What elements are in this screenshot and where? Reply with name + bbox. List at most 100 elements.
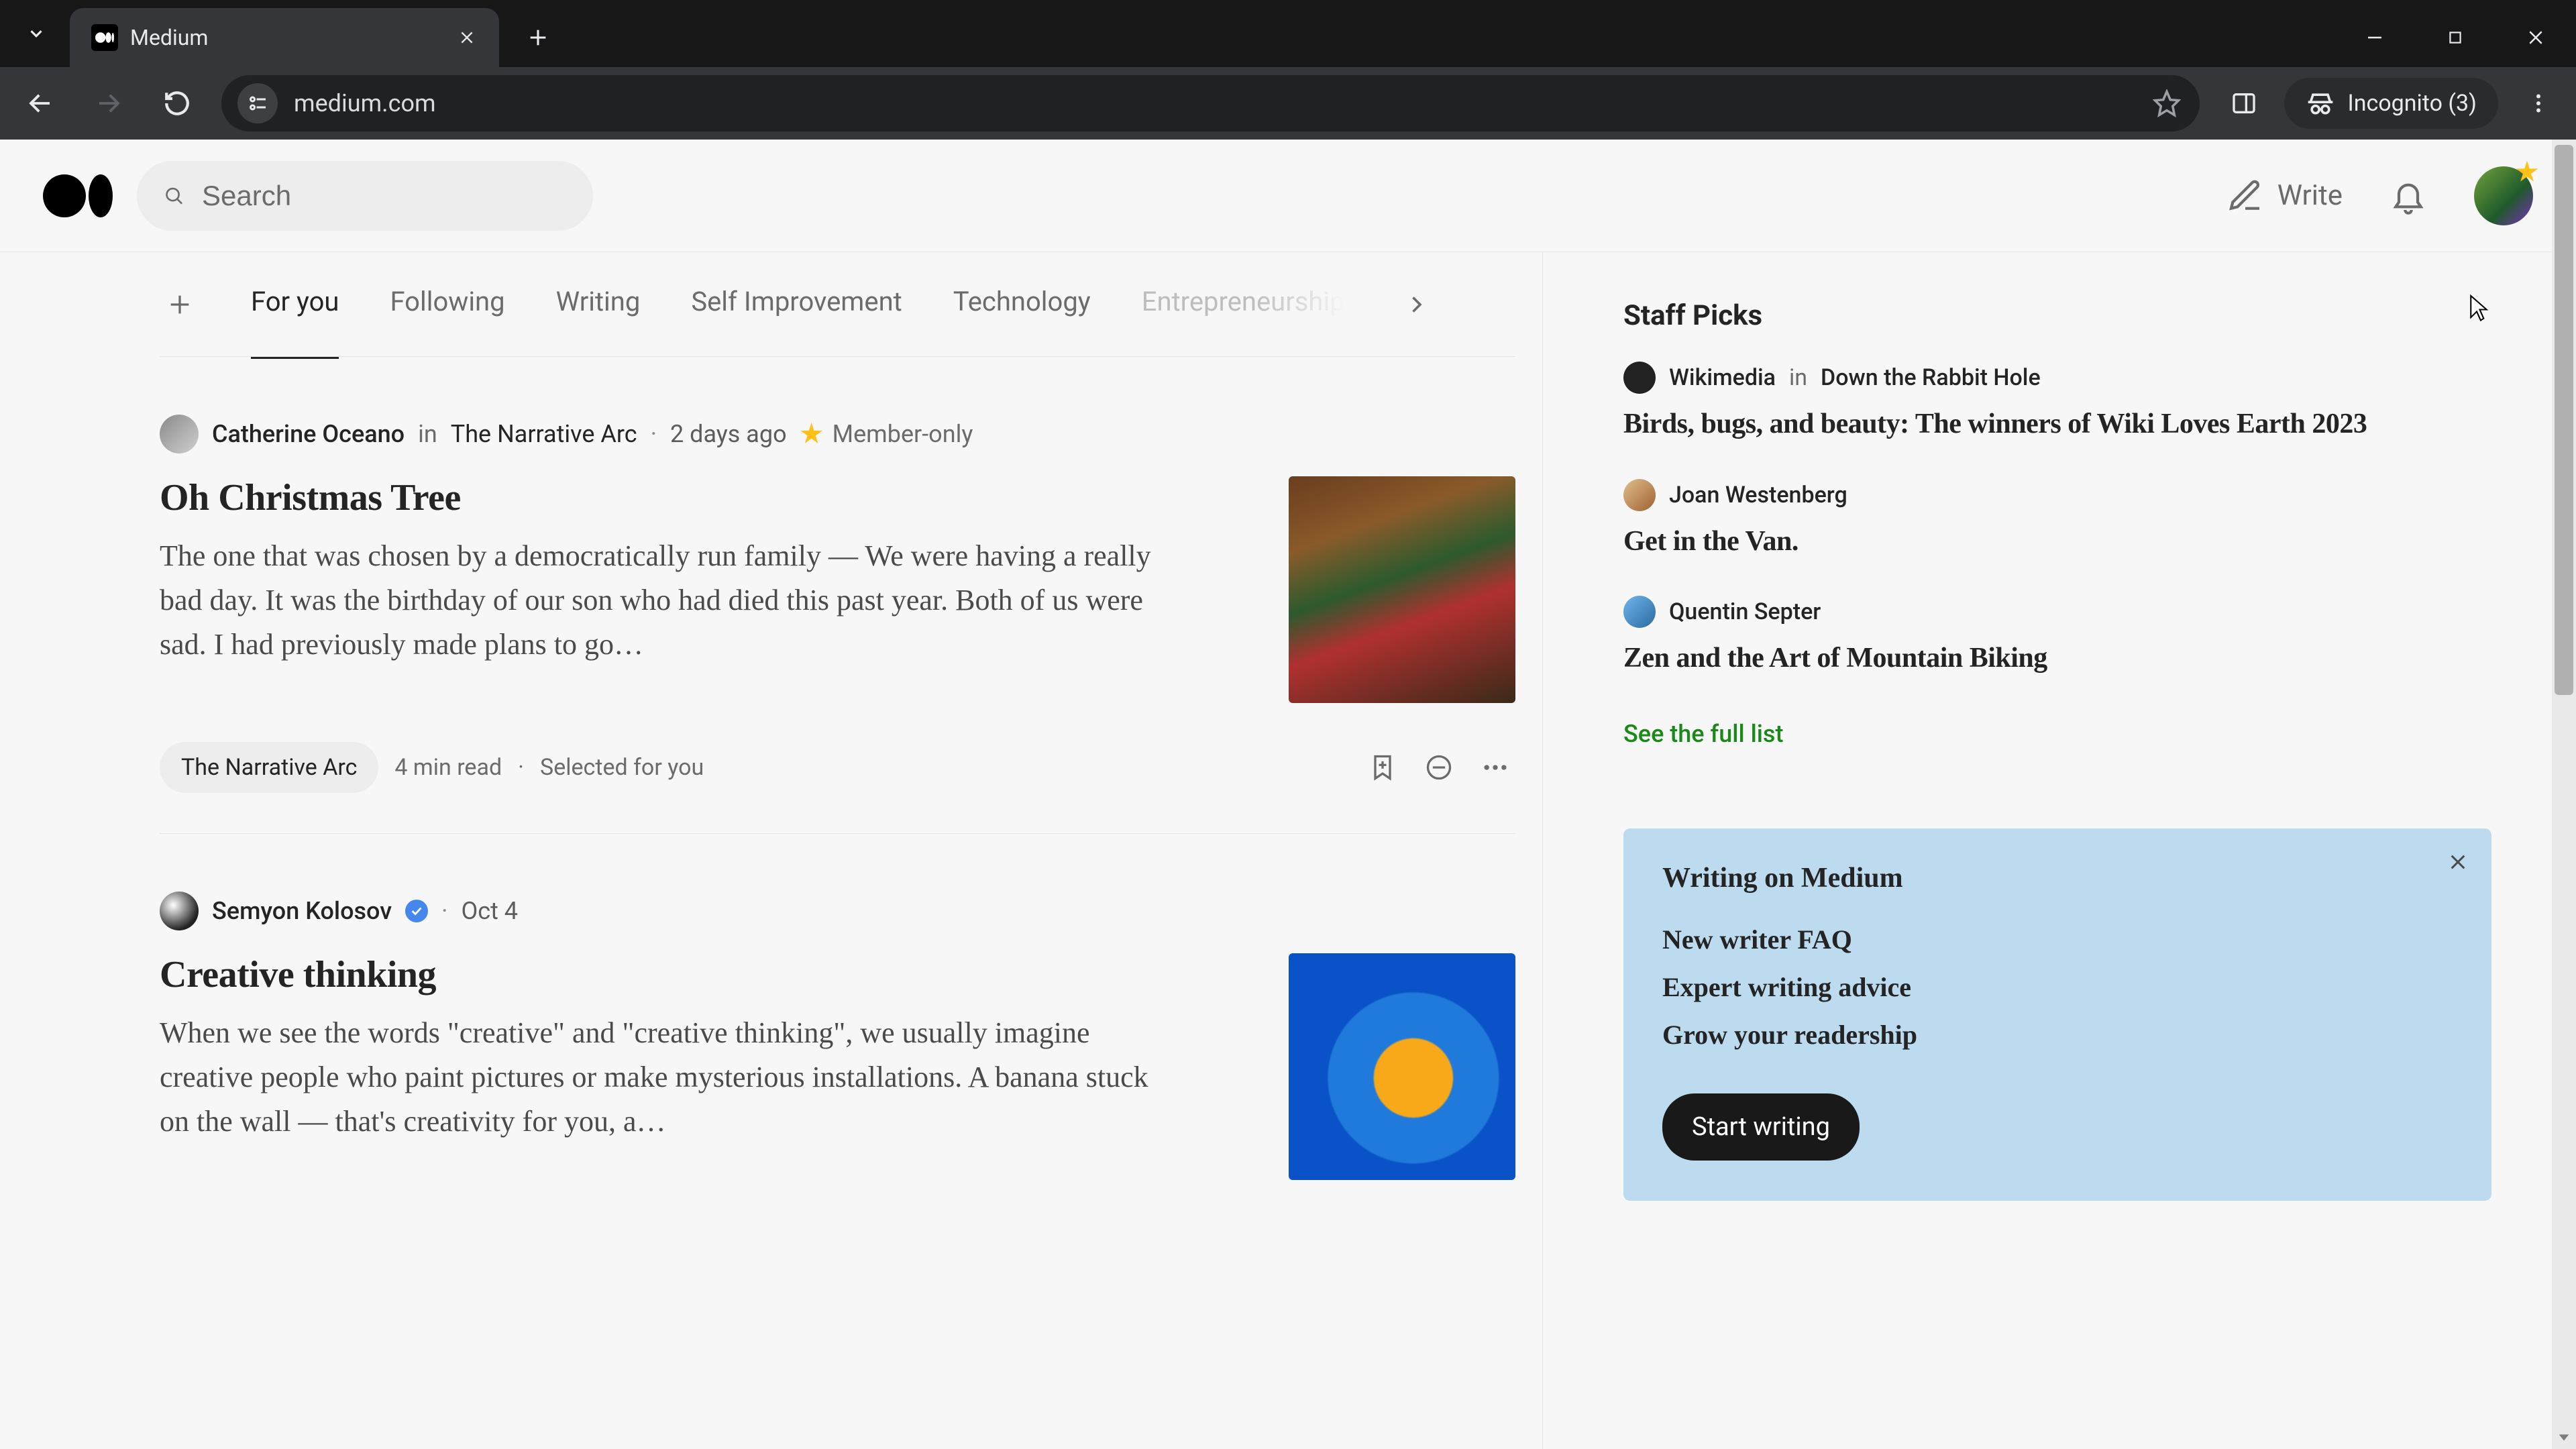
promo-heading: Writing on Medium bbox=[1662, 862, 2453, 894]
scroll-down-icon[interactable] bbox=[2552, 1425, 2576, 1449]
staff-pick-avatar[interactable] bbox=[1623, 362, 1656, 394]
verified-badge-icon bbox=[405, 900, 428, 922]
staff-pick-avatar[interactable] bbox=[1623, 479, 1656, 511]
close-window-button[interactable] bbox=[2496, 8, 2576, 67]
staff-picks-heading: Staff Picks bbox=[1623, 299, 2491, 332]
feed-column: For you Following Writing Self Improveme… bbox=[160, 252, 1543, 1449]
article-footer: The Narrative Arc 4 min read · Selected … bbox=[160, 742, 1515, 793]
feed-tab-technology[interactable]: Technology bbox=[953, 286, 1091, 323]
article-thumbnail[interactable] bbox=[1289, 476, 1515, 703]
browser-tab-title: Medium bbox=[130, 25, 440, 50]
article-date: Oct 4 bbox=[461, 897, 518, 925]
search-box[interactable] bbox=[137, 161, 593, 231]
staff-pick-publication[interactable]: Down the Rabbit Hole bbox=[1821, 364, 2041, 391]
article-title[interactable]: Oh Christmas Tree bbox=[160, 476, 1248, 519]
feed-tab-following[interactable]: Following bbox=[390, 286, 504, 323]
window-controls bbox=[2334, 8, 2576, 67]
start-writing-button[interactable]: Start writing bbox=[1662, 1093, 1860, 1161]
article-card: Semyon Kolosov · Oct 4 Creative thinking… bbox=[160, 834, 1515, 1180]
author-avatar[interactable] bbox=[160, 892, 199, 930]
byline-separator: · bbox=[441, 897, 447, 925]
bookmark-star-icon[interactable] bbox=[2153, 89, 2181, 117]
back-button[interactable] bbox=[16, 79, 64, 127]
publication-name[interactable]: The Narrative Arc bbox=[451, 420, 637, 448]
write-button[interactable]: Write bbox=[2226, 177, 2343, 215]
maximize-button[interactable] bbox=[2415, 8, 2496, 67]
author-name[interactable]: Semyon Kolosov bbox=[212, 897, 392, 925]
author-name[interactable]: Catherine Oceano bbox=[212, 420, 405, 448]
article-title[interactable]: Creative thinking bbox=[160, 953, 1248, 996]
feed-tab-for-you[interactable]: For you bbox=[251, 286, 339, 323]
incognito-indicator[interactable]: Incognito (3) bbox=[2284, 78, 2498, 129]
minimize-button[interactable] bbox=[2334, 8, 2415, 67]
search-icon bbox=[164, 178, 184, 213]
new-tab-button[interactable] bbox=[513, 12, 564, 63]
article-byline: Catherine Oceano in The Narrative Arc · … bbox=[160, 415, 1515, 453]
site-settings-icon[interactable] bbox=[237, 83, 278, 123]
member-only-label: Member-only bbox=[833, 420, 973, 448]
staff-pick-title[interactable]: Zen and the Art of Mountain Biking bbox=[1623, 640, 2491, 677]
browser-menu-button[interactable] bbox=[2514, 79, 2563, 127]
tabs-scroll-right-button[interactable] bbox=[1396, 284, 1436, 325]
search-input[interactable] bbox=[201, 179, 566, 213]
staff-pick-author[interactable]: Quentin Septer bbox=[1669, 598, 1821, 625]
vertical-scrollbar[interactable] bbox=[2552, 140, 2576, 1449]
promo-link-readership[interactable]: Grow your readership bbox=[1662, 1019, 2453, 1051]
add-topic-button[interactable] bbox=[160, 284, 200, 325]
save-bookmark-button[interactable] bbox=[1362, 747, 1403, 788]
article-byline: Semyon Kolosov · Oct 4 bbox=[160, 892, 1515, 930]
byline-in: in bbox=[418, 420, 437, 448]
staff-pick-title[interactable]: Get in the Van. bbox=[1623, 523, 2491, 560]
article-card: Catherine Oceano in The Narrative Arc · … bbox=[160, 357, 1515, 834]
scrollbar-thumb[interactable] bbox=[2555, 145, 2573, 695]
author-avatar[interactable] bbox=[160, 415, 199, 453]
feed-tab-entrepreneurship[interactable]: Entrepreneurship bbox=[1142, 286, 1345, 323]
staff-pick-avatar[interactable] bbox=[1623, 596, 1656, 628]
staff-pick-item: Wikimedia in Down the Rabbit Hole Birds,… bbox=[1623, 362, 2491, 443]
promo-link-advice[interactable]: Expert writing advice bbox=[1662, 971, 2453, 1003]
feed-tab-self-improvement[interactable]: Self Improvement bbox=[691, 286, 902, 323]
feed-tabs: For you Following Writing Self Improveme… bbox=[160, 252, 1515, 357]
see-full-list-link[interactable]: See the full list bbox=[1623, 720, 1783, 748]
write-icon bbox=[2226, 177, 2264, 215]
browser-tab-active[interactable]: Medium bbox=[70, 8, 499, 67]
promo-close-button[interactable] bbox=[2443, 847, 2473, 877]
member-only-badge: Member-only bbox=[800, 420, 973, 448]
read-time: 4 min read bbox=[394, 754, 502, 781]
titlebar: Medium bbox=[0, 0, 2576, 67]
medium-favicon bbox=[91, 24, 118, 51]
article-excerpt: When we see the words "creative" and "cr… bbox=[160, 1011, 1179, 1144]
staff-pick-item: Quentin Septer Zen and the Art of Mounta… bbox=[1623, 596, 2491, 677]
browser-chrome: Medium bbox=[0, 0, 2576, 140]
show-less-button[interactable] bbox=[1419, 747, 1459, 788]
close-tab-button[interactable] bbox=[452, 23, 482, 52]
bell-icon bbox=[2390, 177, 2427, 215]
notifications-button[interactable] bbox=[2387, 174, 2430, 217]
recommendation-reason: Selected for you bbox=[540, 754, 704, 781]
medium-logo[interactable] bbox=[43, 174, 113, 217]
collection-chip[interactable]: The Narrative Arc bbox=[160, 742, 378, 793]
address-bar[interactable]: medium.com bbox=[221, 75, 2200, 131]
main-content: For you Following Writing Self Improveme… bbox=[0, 252, 2552, 1449]
sidebar-column: Staff Picks Wikimedia in Down the Rabbit… bbox=[1543, 252, 2552, 1449]
byline-in: in bbox=[1789, 364, 1807, 391]
staff-pick-title[interactable]: Birds, bugs, and beauty: The winners of … bbox=[1623, 406, 2491, 443]
article-thumbnail[interactable] bbox=[1289, 953, 1515, 1180]
side-panel-button[interactable] bbox=[2220, 79, 2268, 127]
feed-tab-writing[interactable]: Writing bbox=[556, 286, 641, 323]
staff-pick-author[interactable]: Wikimedia bbox=[1669, 364, 1776, 391]
more-options-button[interactable] bbox=[1475, 747, 1515, 788]
account-avatar[interactable] bbox=[2474, 166, 2533, 225]
staff-pick-author[interactable]: Joan Westenberg bbox=[1669, 482, 1847, 508]
page-viewport: Write For you Following Writing Self Imp… bbox=[0, 140, 2576, 1449]
article-excerpt: The one that was chosen by a democratica… bbox=[160, 534, 1179, 667]
forward-button[interactable] bbox=[85, 79, 133, 127]
incognito-label: Incognito (3) bbox=[2347, 90, 2477, 117]
reload-button[interactable] bbox=[153, 79, 201, 127]
medium-header: Write bbox=[0, 140, 2576, 252]
promo-link-faq[interactable]: New writer FAQ bbox=[1662, 924, 2453, 955]
url-text: medium.com bbox=[294, 89, 2137, 117]
browser-toolbar: medium.com Incognito (3) bbox=[0, 67, 2576, 140]
footer-separator: · bbox=[518, 754, 524, 781]
tab-search-dropdown[interactable] bbox=[8, 8, 64, 59]
